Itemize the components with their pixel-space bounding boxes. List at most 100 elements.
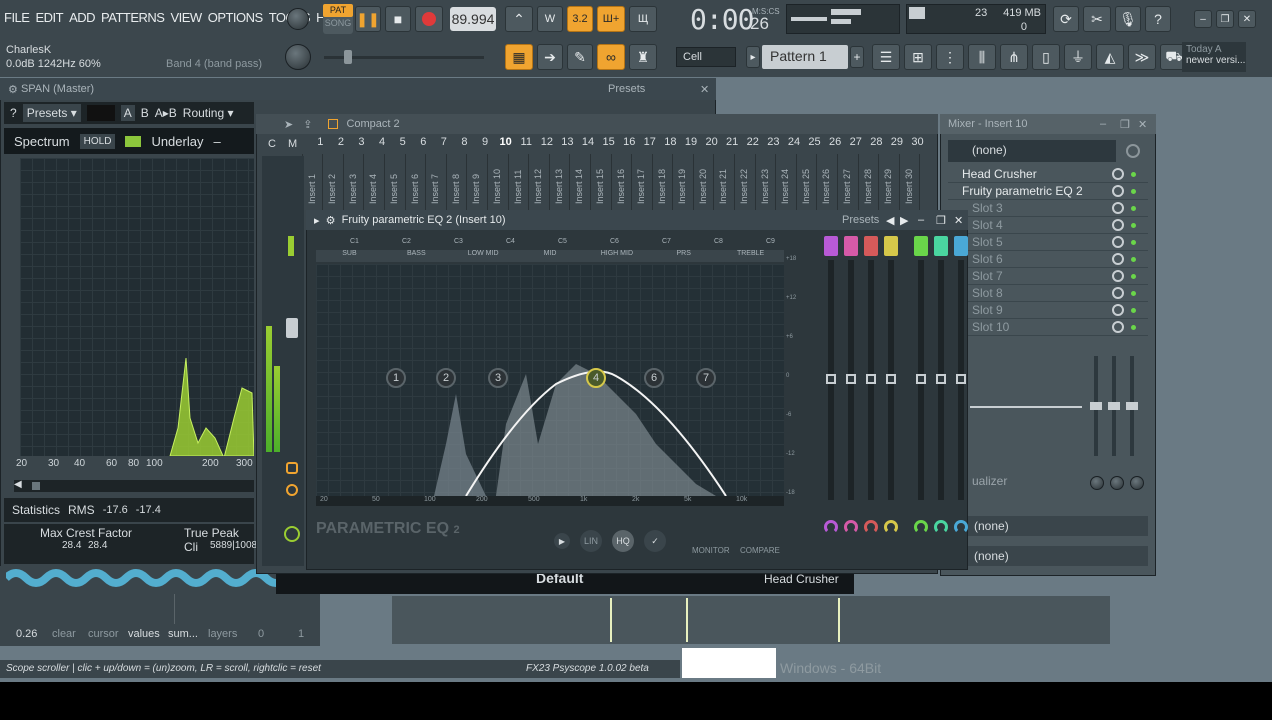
insert-number[interactable]: 9: [475, 136, 496, 152]
slot-toggle-icon[interactable]: [1112, 168, 1124, 180]
master-volume-knob[interactable]: [287, 8, 309, 30]
insert-number[interactable]: 24: [784, 136, 805, 152]
pattern-selector[interactable]: Pattern 1: [762, 45, 848, 69]
insert-number[interactable]: 6: [413, 136, 434, 152]
scope-cursor[interactable]: cursor: [88, 628, 119, 640]
insert-strip[interactable]: Insert 3: [344, 154, 365, 210]
insert-number[interactable]: 21: [722, 136, 743, 152]
insert-number[interactable]: 15: [598, 136, 619, 152]
channel-rack-icon[interactable]: ⋮: [936, 44, 964, 70]
refresh-icon[interactable]: ⟳: [1053, 6, 1079, 32]
link-icon[interactable]: ∞: [597, 44, 625, 70]
band-color-tab[interactable]: [884, 236, 898, 256]
eq-knob[interactable]: [1110, 476, 1124, 490]
insert-strip[interactable]: Insert 16: [612, 154, 633, 210]
insert-number[interactable]: 27: [845, 136, 866, 152]
eq-band-node[interactable]: 7: [696, 368, 716, 388]
underlay-toggle[interactable]: [125, 135, 142, 147]
wait-input-icon[interactable]: W: [537, 6, 563, 32]
hq-button[interactable]: HQ: [612, 530, 634, 552]
insert-number[interactable]: 20: [701, 136, 722, 152]
insert-number[interactable]: 10: [495, 136, 516, 152]
arrow-icon[interactable]: ➔: [537, 44, 563, 70]
insert-strip[interactable]: Insert 10: [488, 154, 509, 210]
band-color-tab[interactable]: [934, 236, 948, 256]
mixer-close-icon[interactable]: ✕: [1138, 118, 1147, 131]
speaker-icon[interactable]: ≫: [1128, 44, 1156, 70]
insert-number[interactable]: 7: [434, 136, 455, 152]
playlist-icon[interactable]: ▦: [505, 44, 533, 70]
mixer-input-select[interactable]: (none): [948, 140, 1116, 162]
news-panel[interactable]: Today Anewer versi...: [1182, 42, 1246, 72]
span-ab-a[interactable]: A: [120, 105, 135, 121]
slot-toggle-icon[interactable]: [1112, 287, 1124, 299]
insert-number[interactable]: 22: [742, 136, 763, 152]
insert-number[interactable]: 28: [866, 136, 887, 152]
insert-strip[interactable]: Insert 20: [694, 154, 715, 210]
band-freq-knob[interactable]: [954, 520, 968, 534]
eq-band-node[interactable]: 4: [586, 368, 606, 388]
tempo-display[interactable]: 89.994: [450, 7, 496, 31]
mixer-slot[interactable]: Slot 9: [948, 302, 1148, 319]
insert-strip[interactable]: Insert 21: [714, 154, 736, 210]
insert-number[interactable]: 19: [681, 136, 702, 152]
eq-max-icon[interactable]: ❐: [936, 214, 946, 227]
mixer-slot[interactable]: Slot 7: [948, 268, 1148, 285]
pat-song-toggle[interactable]: PAT SONG: [323, 4, 353, 34]
pause-button[interactable]: ❚❚: [355, 6, 381, 32]
blend-notes-icon[interactable]: Ш+: [597, 6, 625, 32]
slot-toggle-icon[interactable]: [1112, 321, 1124, 333]
band-freq-knob[interactable]: [844, 520, 858, 534]
slot-toggle-icon[interactable]: [1112, 253, 1124, 265]
band-freq-knob[interactable]: [824, 520, 838, 534]
mixer-arrow-icon[interactable]: ➤: [284, 118, 293, 131]
scope-values[interactable]: values: [128, 628, 160, 640]
insert-strip[interactable]: Insert 18: [653, 154, 674, 210]
menu-item-patterns[interactable]: PATTERNS: [101, 10, 165, 25]
eq-presets[interactable]: Presets: [842, 214, 879, 226]
eq-knob[interactable]: [1130, 476, 1144, 490]
band-freq-knob[interactable]: [934, 520, 948, 534]
mixer-slot[interactable]: Slot 3: [948, 200, 1148, 217]
pitch-knob[interactable]: [285, 44, 311, 70]
insert-strip[interactable]: Insert 15: [591, 154, 612, 210]
eq-arrow-icon[interactable]: ▸: [314, 214, 320, 227]
insert-strip[interactable]: Insert 4: [364, 154, 385, 210]
restore-icon[interactable]: ❐: [1216, 10, 1234, 28]
insert-number[interactable]: 17: [640, 136, 661, 152]
slot-toggle-icon[interactable]: [1112, 185, 1124, 197]
eq-play-icon[interactable]: ▶: [554, 533, 570, 549]
insert-strip[interactable]: Insert 27: [838, 154, 859, 210]
eq-prev-icon[interactable]: ◀: [886, 214, 894, 227]
insert-strip[interactable]: Insert 14: [570, 154, 591, 210]
help-icon[interactable]: ?: [1145, 6, 1171, 32]
mixer-max-icon[interactable]: ❐: [1120, 118, 1130, 131]
mixer-faders[interactable]: [1088, 356, 1140, 456]
insert-strip[interactable]: Insert 24: [776, 154, 797, 210]
lin-button[interactable]: LIN: [580, 530, 602, 552]
insert-number[interactable]: 12: [537, 136, 558, 152]
check-icon[interactable]: ✓: [644, 530, 666, 552]
scope-layers[interactable]: layers: [208, 628, 237, 640]
insert-strip[interactable]: Insert 26: [817, 154, 839, 210]
mixer-slot[interactable]: Slot 6: [948, 251, 1148, 268]
metronome-icon[interactable]: ⌃: [505, 6, 533, 32]
cut-icon[interactable]: ✂: [1083, 6, 1111, 32]
eq-next-icon[interactable]: ▶: [900, 214, 908, 227]
eq-band-node[interactable]: 2: [436, 368, 456, 388]
insert-number[interactable]: 5: [392, 136, 413, 152]
tree-icon[interactable]: ⋔: [1000, 44, 1028, 70]
slot-toggle-icon[interactable]: [1112, 270, 1124, 282]
insert-number[interactable]: 25: [804, 136, 825, 152]
mixer-slot[interactable]: Slot 5: [948, 234, 1148, 251]
band-freq-knob[interactable]: [914, 520, 928, 534]
mixer-slot[interactable]: Slot 10: [948, 319, 1148, 336]
file-icon[interactable]: ▯: [1032, 44, 1060, 70]
loop-record-icon[interactable]: Щ: [629, 6, 657, 32]
insert-number[interactable]: 13: [557, 136, 578, 152]
band-fader-handle[interactable]: [846, 374, 856, 384]
stamp-icon[interactable]: ♜: [629, 44, 657, 70]
span-presets-button[interactable]: Presets ▾: [22, 104, 81, 122]
mixer-slot[interactable]: Slot 8: [948, 285, 1148, 302]
eq-band-node[interactable]: 1: [386, 368, 406, 388]
